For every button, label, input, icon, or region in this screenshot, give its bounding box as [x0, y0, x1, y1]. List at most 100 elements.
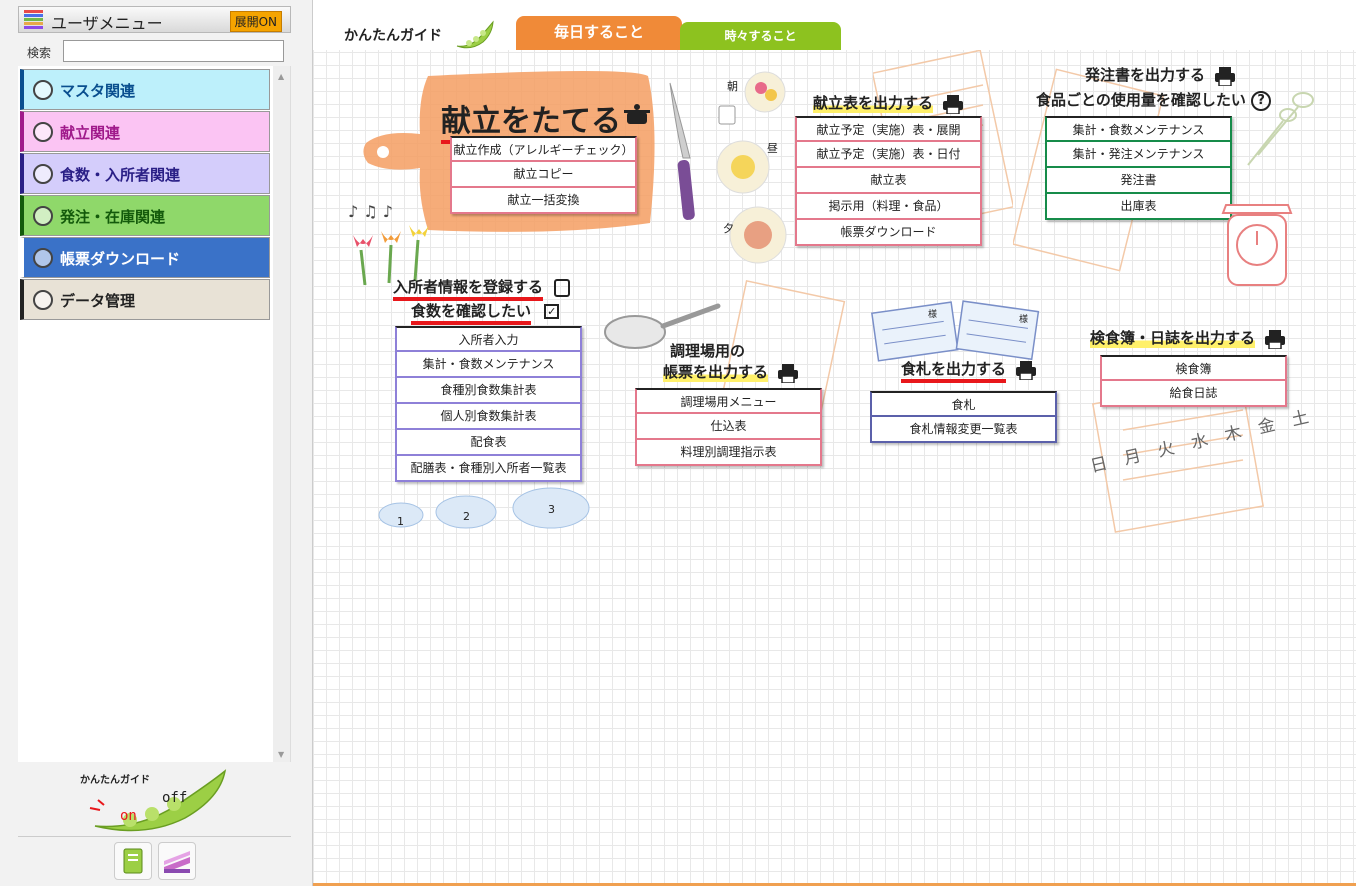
pea-pod-icon [456, 20, 494, 49]
sidebar-footer [18, 836, 291, 886]
resident-title-2-text: 食数を確認したい [411, 302, 532, 325]
kondate-bulk-convert-button[interactable]: 献立一括変換 [450, 188, 637, 214]
search-label: 検索 [27, 46, 52, 60]
tab-daily[interactable]: 毎日すること [516, 16, 682, 50]
dish-cooking-instructions-button[interactable]: 料理別調理指示表 [635, 440, 822, 466]
report-download-button[interactable]: 帳票ダウンロード [795, 220, 982, 246]
pen-icon [33, 80, 53, 100]
meal-diary-button[interactable]: 給食日誌 [1100, 381, 1287, 407]
sidebar: ユーザメニュー 展開ON 検索 マスタ関連 献立関連 食数・入所者関連 発注・在… [0, 0, 312, 886]
aggregate-order-maintenance-button[interactable]: 集計・発注メンテナンス [1045, 142, 1232, 168]
kondate-plan-date-button[interactable]: 献立予定（実施）表・日付 [795, 142, 982, 168]
prep-sheet-button[interactable]: 仕込表 [635, 414, 822, 440]
pot-icon [624, 104, 650, 124]
category-kondate-label: 献立関連 [60, 124, 121, 142]
meal-tag-button[interactable]: 食札 [870, 391, 1057, 417]
category-meals-residents-label: 食数・入所者関連 [60, 166, 181, 184]
tag-buttons: 食札 食札情報変更一覧表 [870, 391, 1057, 443]
category-order-stock-label: 発注・在庫関連 [60, 208, 166, 226]
category-kondate[interactable]: 献立関連 [20, 111, 270, 152]
download-icon [33, 248, 53, 268]
order-title-1: 発注書を出力する [1085, 64, 1236, 87]
inspection-book-button[interactable]: 検食簿 [1100, 355, 1287, 381]
notebook-icon [123, 848, 143, 874]
category-report-download[interactable]: 帳票ダウンロード [20, 237, 270, 278]
bowl-number-1: 1 [397, 515, 404, 528]
tag-label-1: 様 [928, 310, 938, 320]
order-title-1-text: 発注書を出力する [1085, 66, 1206, 84]
kondate-table-button[interactable]: 献立表 [795, 168, 982, 194]
sidebar-scrollbar[interactable]: ▲ ▼ [273, 66, 290, 762]
tab-occasional[interactable]: 時々すること [680, 22, 841, 50]
app-window: ユーザメニュー 展開ON 検索 マスタ関連 献立関連 食数・入所者関連 発注・在… [0, 0, 1356, 886]
person-icon [33, 164, 53, 184]
category-master-label: マスタ関連 [60, 82, 136, 100]
expand-toggle-button[interactable]: 展開ON [229, 11, 282, 32]
notice-display-button[interactable]: 掲示用（料理・食品） [795, 194, 982, 220]
kondate-create-button[interactable]: 献立作成（アレルギーチェック） [450, 136, 637, 162]
resident-input-button[interactable]: 入所者入力 [395, 326, 582, 352]
order-buttons: 集計・食数メンテナンス 集計・発注メンテナンス 発注書 出庫表 [1045, 116, 1232, 220]
kitchen-title-2-text: 帳票を出力する [663, 363, 769, 382]
user-menu-title: ユーザメニュー [51, 14, 163, 33]
notebook-button[interactable] [114, 842, 152, 880]
bowls-icon [378, 487, 590, 529]
order-sheet-button[interactable]: 発注書 [1045, 168, 1232, 194]
meal-delivery-sheet-button[interactable]: 配食表 [395, 430, 582, 456]
serving-resident-list-button[interactable]: 配膳表・食種別入所者一覧表 [395, 456, 582, 482]
category-master[interactable]: マスタ関連 [20, 69, 270, 110]
resident-title-1: 入所者情報を登録する [393, 276, 571, 301]
scroll-down-arrow-icon[interactable]: ▼ [278, 750, 284, 759]
resident-title-1-text: 入所者情報を登録する [393, 278, 544, 301]
user-menu-header: ユーザメニュー 展開ON [18, 6, 291, 33]
meal-plates-icon [716, 71, 787, 264]
inspect-buttons: 検食簿 給食日誌 [1100, 355, 1287, 407]
printer-icon [942, 94, 964, 115]
aggregate-meal-maintenance-button[interactable]: 集計・食数メンテナンス [1045, 116, 1232, 142]
kitchen-title-1-text: 調理場用の [670, 342, 746, 360]
toggle-on-label: on [120, 808, 137, 824]
bowl-number-3: 3 [548, 503, 555, 516]
resident-title-2: 食数を確認したい ✓ [411, 300, 560, 325]
meal-tag-change-list-button[interactable]: 食札情報変更一覧表 [870, 417, 1057, 443]
meal-type-count-button[interactable]: 食種別食数集計表 [395, 378, 582, 404]
bowl-icon [33, 122, 53, 142]
category-data-management[interactable]: データ管理 [20, 279, 270, 320]
individual-meal-count-button[interactable]: 個人別食数集計表 [395, 404, 582, 430]
breakfast-label: 朝 [727, 80, 738, 93]
printer-icon [777, 363, 799, 384]
stacked-papers-icon [164, 851, 190, 873]
tag-title: 食札を出力する [901, 358, 1037, 383]
printer-icon [1214, 66, 1236, 87]
main-panel: かんたんガイド 毎日すること 時々すること 献立をたてる 献立作成（アレルギーチ… [312, 0, 1356, 886]
scroll-up-arrow-icon[interactable]: ▲ [278, 72, 284, 81]
printer-icon [1264, 329, 1286, 350]
kondate-plan-expand-button[interactable]: 献立予定（実施）表・展開 [795, 116, 982, 142]
category-data-management-label: データ管理 [60, 292, 136, 310]
kondate-print-title-text: 献立表を出力する [813, 94, 934, 113]
category-order-stock[interactable]: 発注・在庫関連 [20, 195, 270, 236]
tag-title-text: 食札を出力する [901, 360, 1007, 383]
truck-icon [33, 206, 53, 226]
kitchen-scale-icon [1221, 92, 1314, 286]
kondate-copy-button[interactable]: 献立コピー [450, 162, 637, 188]
dinner-label: 夕 [723, 222, 734, 235]
resident-meal-maintenance-button[interactable]: 集計・食数メンテナンス [395, 352, 582, 378]
inspect-title-text: 検食簿・日誌を出力する [1090, 329, 1256, 348]
tablet-touch-icon [554, 278, 571, 297]
resident-buttons: 入所者入力 集計・食数メンテナンス 食種別食数集計表 個人別食数集計表 配食表 … [395, 326, 582, 482]
easy-guide-onoff-toggle[interactable]: かんたんガイド on off [70, 768, 235, 836]
category-meals-residents[interactable]: 食数・入所者関連 [20, 153, 270, 194]
kitchen-buttons: 調理場用メニュー 仕込表 料理別調理指示表 [635, 388, 822, 466]
kondate-print-title: 献立表を出力する [813, 92, 964, 115]
kitchen-menu-button[interactable]: 調理場用メニュー [635, 388, 822, 414]
stacked-papers-button[interactable] [158, 842, 196, 880]
tag-label-2: 様 [1019, 315, 1029, 325]
delivery-sheet-button[interactable]: 出庫表 [1045, 194, 1232, 220]
bowl-number-2: 2 [463, 510, 470, 523]
order-title-2-text: 食品ごとの使用量を確認したい [1036, 91, 1246, 109]
guide-title: かんたんガイド [344, 28, 442, 44]
kitchen-title-1: 調理場用の [670, 340, 745, 361]
kitchen-title-2: 帳票を出力する [663, 361, 799, 384]
search-input[interactable] [63, 40, 284, 62]
